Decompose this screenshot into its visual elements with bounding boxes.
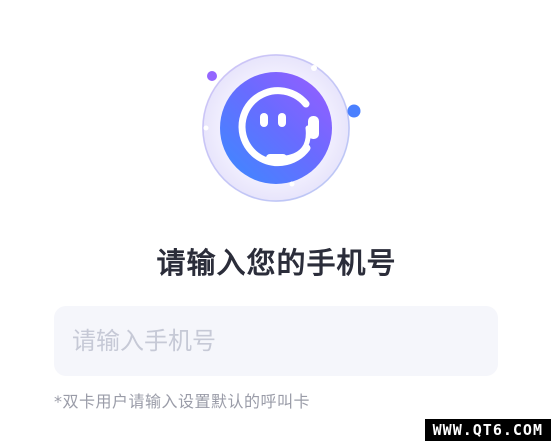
logo	[190, 48, 366, 208]
dual-sim-hint: *双卡用户请输入设置默认的呼叫卡	[54, 392, 311, 411]
phone-number-input[interactable]	[54, 306, 498, 376]
page-title: 请输入您的手机号	[156, 246, 397, 280]
customer-service-robot-icon	[202, 54, 361, 202]
watermark: WWW.QT6.COM	[424, 419, 551, 441]
